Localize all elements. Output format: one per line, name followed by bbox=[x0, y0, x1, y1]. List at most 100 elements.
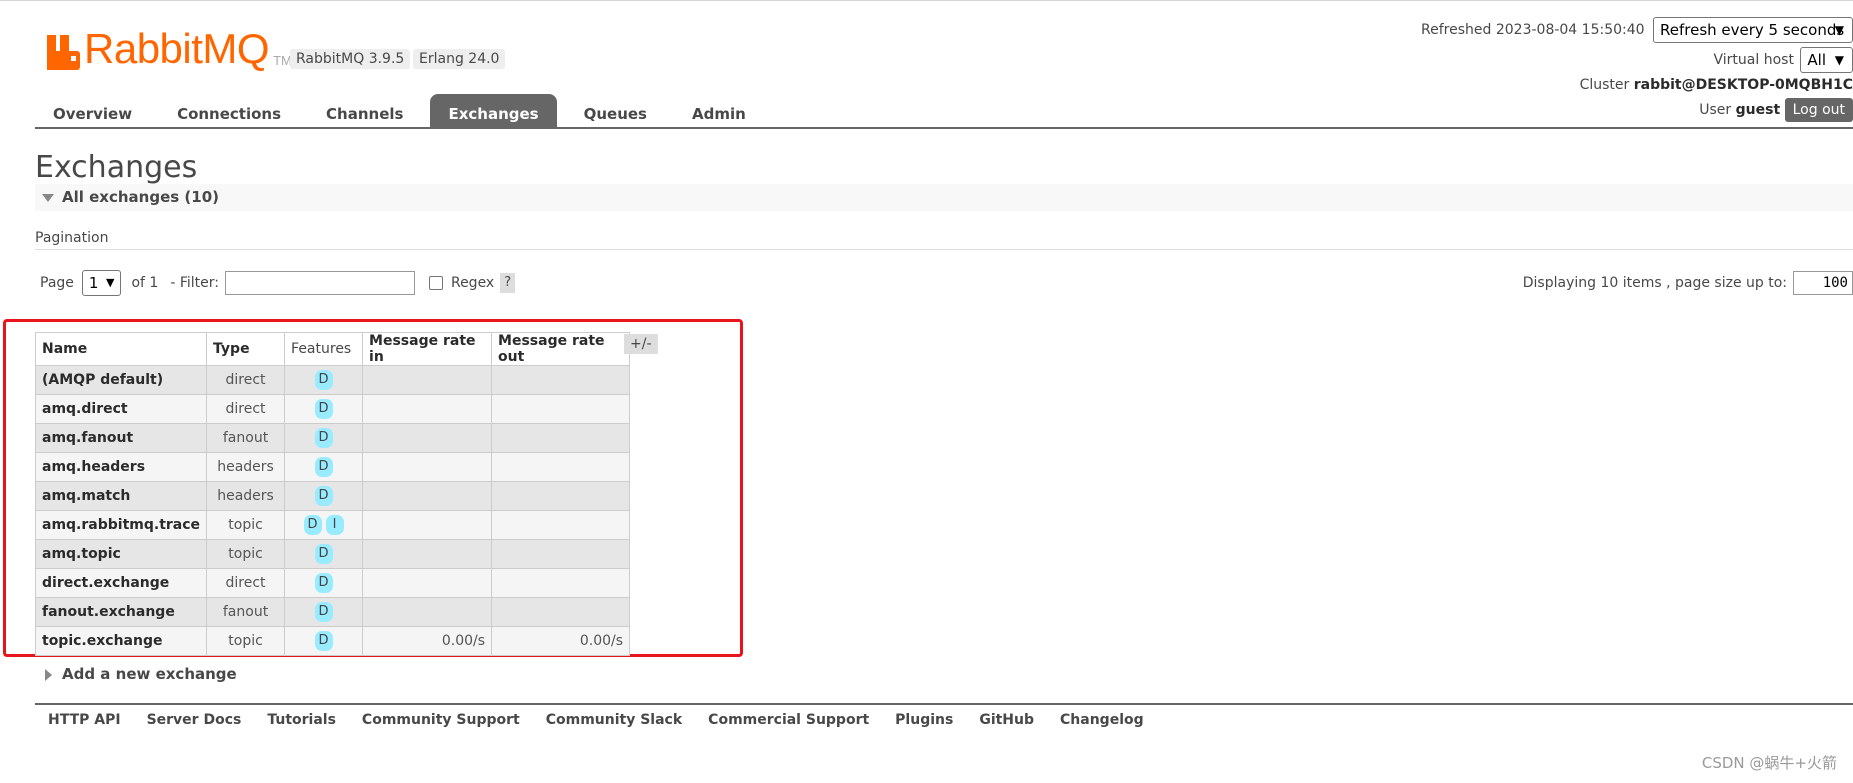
logo-text: RabbitMQ bbox=[84, 25, 270, 72]
pagination-divider bbox=[35, 249, 1853, 250]
exchange-type: direct bbox=[206, 365, 286, 395]
add-new-exchange-toggle[interactable]: Add a new exchange bbox=[35, 665, 237, 683]
feature-badge: D bbox=[314, 370, 333, 390]
feature-badge: D bbox=[314, 399, 333, 419]
column-header-rate-out[interactable]: Message rate out bbox=[491, 332, 631, 366]
exchange-features: D bbox=[284, 394, 364, 424]
feature-badge: D bbox=[314, 573, 333, 593]
exchange-name-link[interactable]: amq.rabbitmq.trace bbox=[34, 510, 208, 540]
page-size-input[interactable]: 100 bbox=[1793, 271, 1853, 295]
feature-badge: D bbox=[314, 544, 333, 564]
all-exchanges-toggle[interactable]: All exchanges (10) bbox=[35, 184, 1853, 211]
page-label: Page bbox=[40, 275, 74, 291]
chevron-down-icon: ▼ bbox=[105, 276, 115, 289]
regex-help-button[interactable]: ? bbox=[500, 273, 516, 293]
user-name: guest bbox=[1735, 102, 1781, 118]
column-header-rate-in[interactable]: Message rate in bbox=[362, 332, 493, 366]
column-header-name[interactable]: Name bbox=[34, 332, 208, 366]
chevron-down-icon: ▼ bbox=[1834, 53, 1844, 67]
tab-channels[interactable]: Channels bbox=[308, 94, 421, 128]
chevron-down-icon: ▼ bbox=[1834, 23, 1844, 37]
virtual-host-select[interactable]: All ▼ bbox=[1800, 47, 1853, 73]
footer-link-changelog[interactable]: Changelog bbox=[1047, 712, 1157, 728]
exchange-type: fanout bbox=[206, 423, 286, 453]
table-row: direct.exchange direct D bbox=[34, 568, 631, 598]
page-select[interactable]: 1 ▼ bbox=[81, 270, 122, 296]
column-toggle-button[interactable]: +/- bbox=[624, 334, 658, 354]
cluster-row: Cluster rabbit@DESKTOP-0MQBH1C bbox=[1580, 77, 1853, 93]
exchange-name-link[interactable]: amq.topic bbox=[34, 539, 208, 569]
exchange-features: D bbox=[284, 626, 364, 656]
message-rate-out bbox=[491, 481, 631, 511]
exchange-features: DI bbox=[284, 510, 364, 540]
top-border bbox=[0, 0, 1853, 1]
exchange-name-link[interactable]: topic.exchange bbox=[34, 626, 208, 656]
exchange-name-link[interactable]: amq.fanout bbox=[34, 423, 208, 453]
exchange-name-link[interactable]: direct.exchange bbox=[34, 568, 208, 598]
exchange-type: direct bbox=[206, 568, 286, 598]
refresh-row: Refreshed 2023-08-04 15:50:40 Refresh ev… bbox=[1421, 17, 1853, 43]
footer-link-community-support[interactable]: Community Support bbox=[349, 712, 533, 728]
message-rate-out bbox=[491, 423, 631, 453]
exchange-features: D bbox=[284, 568, 364, 598]
cluster-label: Cluster bbox=[1579, 77, 1630, 93]
message-rate-in bbox=[362, 365, 493, 395]
filter-input[interactable] bbox=[224, 271, 415, 295]
erlang-version-badge: Erlang 24.0 bbox=[413, 49, 506, 69]
column-header-features: Features bbox=[284, 332, 364, 366]
feature-badge: D bbox=[314, 486, 333, 506]
feature-badge: D bbox=[314, 428, 333, 448]
expand-triangle-icon bbox=[45, 668, 52, 681]
exchange-name-link[interactable]: amq.direct bbox=[34, 394, 208, 424]
exchange-features: D bbox=[284, 539, 364, 569]
rabbitmq-logo[interactable]: RabbitMQ TM bbox=[47, 28, 292, 70]
message-rate-out bbox=[491, 394, 631, 424]
footer-link-server-docs[interactable]: Server Docs bbox=[134, 712, 255, 728]
footer-link-commercial-support[interactable]: Commercial Support bbox=[695, 712, 882, 728]
exchange-type: headers bbox=[206, 452, 286, 482]
rabbitmq-version-badge: RabbitMQ 3.9.5 bbox=[290, 49, 411, 69]
footer-link-github[interactable]: GitHub bbox=[966, 712, 1047, 728]
section-title: All exchanges (10) bbox=[62, 188, 219, 206]
tab-exchanges[interactable]: Exchanges bbox=[430, 94, 557, 128]
footer-link-plugins[interactable]: Plugins bbox=[882, 712, 966, 728]
message-rate-in bbox=[362, 597, 493, 627]
cluster-name: rabbit@DESKTOP-0MQBH1C bbox=[1633, 77, 1853, 93]
rabbit-logo-icon bbox=[47, 35, 80, 70]
tab-connections[interactable]: Connections bbox=[159, 94, 299, 128]
message-rate-in bbox=[362, 452, 493, 482]
exchange-name-link[interactable]: amq.match bbox=[34, 481, 208, 511]
add-new-exchange-label: Add a new exchange bbox=[62, 665, 237, 683]
message-rate-out bbox=[491, 365, 631, 395]
footer-links: HTTP API Server Docs Tutorials Community… bbox=[35, 712, 1157, 728]
exchange-type: topic bbox=[206, 510, 286, 540]
refresh-interval-select[interactable]: Refresh every 5 seconds ▼ bbox=[1653, 17, 1853, 43]
main-nav-tabs: Overview Connections Channels Exchanges … bbox=[35, 94, 773, 128]
table-row: topic.exchange topic D 0.00/s 0.00/s bbox=[34, 626, 631, 656]
feature-badge: D bbox=[314, 631, 333, 651]
csdn-watermark: CSDN @蜗牛+火箭 bbox=[1701, 754, 1837, 772]
filter-label: - Filter: bbox=[170, 275, 219, 291]
table-row: amq.topic topic D bbox=[34, 539, 631, 569]
page-title: Exchanges bbox=[35, 150, 198, 185]
tab-overview[interactable]: Overview bbox=[35, 94, 150, 128]
exchange-type: direct bbox=[206, 394, 286, 424]
tab-queues[interactable]: Queues bbox=[566, 94, 665, 128]
footer-link-community-slack[interactable]: Community Slack bbox=[533, 712, 695, 728]
tab-admin[interactable]: Admin bbox=[674, 94, 764, 128]
feature-badge: I bbox=[325, 515, 344, 535]
exchange-name-link[interactable]: amq.headers bbox=[34, 452, 208, 482]
tabs-divider bbox=[35, 127, 1853, 129]
footer-link-tutorials[interactable]: Tutorials bbox=[254, 712, 349, 728]
logout-button[interactable]: Log out bbox=[1784, 98, 1853, 122]
column-header-type[interactable]: Type bbox=[206, 332, 286, 366]
message-rate-in bbox=[362, 510, 493, 540]
table-row: fanout.exchange fanout D bbox=[34, 597, 631, 627]
exchange-name-link[interactable]: (AMQP default) bbox=[34, 365, 208, 395]
regex-checkbox[interactable] bbox=[428, 276, 443, 290]
footer-link-http-api[interactable]: HTTP API bbox=[35, 712, 134, 728]
table-row: amq.match headers D bbox=[34, 481, 631, 511]
exchange-type: topic bbox=[206, 539, 286, 569]
exchange-name-link[interactable]: fanout.exchange bbox=[34, 597, 208, 627]
message-rate-in bbox=[362, 568, 493, 598]
